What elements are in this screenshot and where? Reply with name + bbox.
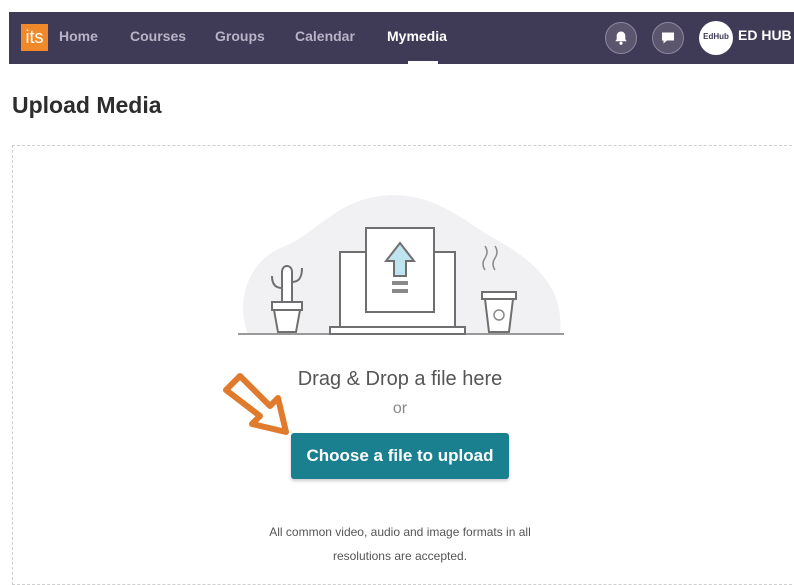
avatar[interactable]: EdHub: [699, 21, 733, 55]
nav-calendar[interactable]: Calendar: [295, 26, 355, 46]
messages-button[interactable]: [652, 22, 684, 54]
formats-line-2: resolutions are accepted.: [332, 549, 468, 563]
drag-drop-text: Drag & Drop a file here: [297, 368, 503, 390]
formats-line-1: All common video, audio and image format…: [269, 525, 531, 539]
active-tab-indicator: [408, 61, 438, 64]
user-name[interactable]: ED HUB: [738, 27, 792, 43]
upload-illustration: [238, 195, 564, 335]
nav-groups[interactable]: Groups: [215, 26, 265, 46]
nav-mymedia[interactable]: Mymedia: [387, 26, 447, 46]
chat-icon: [662, 32, 674, 44]
nav-courses[interactable]: Courses: [130, 26, 186, 46]
top-navbar: its Home Courses Groups Calendar Mymedia…: [9, 12, 794, 64]
page-title: Upload Media: [12, 92, 162, 118]
choose-file-button[interactable]: Choose a file to upload: [291, 433, 509, 479]
nav-home[interactable]: Home: [59, 26, 98, 46]
or-text: or: [392, 400, 408, 417]
avatar-text: EdHub: [703, 32, 729, 41]
notifications-button[interactable]: [605, 22, 637, 54]
its-logo[interactable]: its: [21, 24, 48, 51]
formats-note: All common video, audio and image format…: [240, 520, 560, 568]
bell-icon: [615, 31, 627, 45]
